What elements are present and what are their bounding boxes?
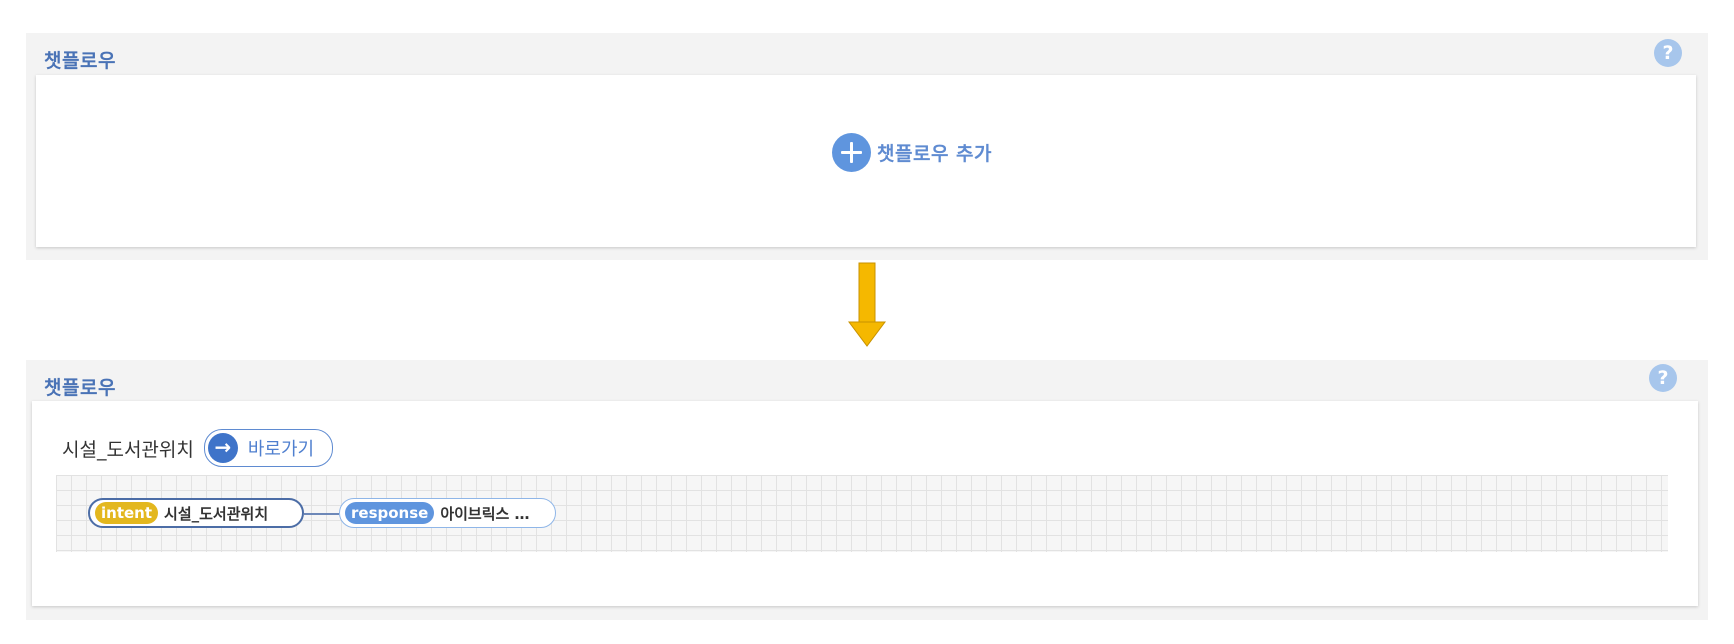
flow-header: 시설_도서관위치 → 바로가기 bbox=[62, 429, 334, 467]
flow-canvas[interactable]: intent 시설_도서관위치 response 아이브릭스 … bbox=[56, 475, 1668, 552]
help-icon[interactable]: ? bbox=[1654, 39, 1682, 67]
chatflow-panel-filled: 챗플로우 ? 시설_도서관위치 → 바로가기 intent 시설_도서관위치 r… bbox=[26, 360, 1708, 620]
panel-title: 챗플로우 bbox=[44, 50, 116, 72]
response-node-text: 아이브릭스 … bbox=[440, 504, 530, 523]
flow-name: 시설_도서관위치 bbox=[62, 438, 194, 461]
response-tag: response bbox=[345, 502, 435, 524]
arrow-right-icon: → bbox=[207, 433, 238, 463]
intent-node-text: 시설_도서관위치 bbox=[164, 504, 269, 523]
add-chatflow-button[interactable]: 챗플로우 추가 bbox=[832, 133, 992, 172]
chatflow-card: 시설_도서관위치 → 바로가기 intent 시설_도서관위치 response… bbox=[32, 401, 1698, 606]
add-chatflow-label: 챗플로우 추가 bbox=[877, 143, 992, 165]
response-node[interactable]: response 아이브릭스 … bbox=[339, 498, 556, 528]
arrow-down-icon bbox=[848, 262, 886, 347]
goto-button[interactable]: → 바로가기 bbox=[203, 429, 334, 467]
intent-node[interactable]: intent 시설_도서관위치 bbox=[88, 498, 304, 528]
intent-tag: intent bbox=[95, 502, 159, 524]
panel-title: 챗플로우 bbox=[44, 377, 116, 399]
goto-label: 바로가기 bbox=[247, 439, 315, 460]
chatflow-card: 챗플로우 추가 bbox=[36, 75, 1696, 247]
node-connector bbox=[304, 513, 339, 515]
plus-icon bbox=[832, 133, 871, 172]
help-icon[interactable]: ? bbox=[1649, 364, 1677, 392]
chatflow-panel-empty: 챗플로우 ? 챗플로우 추가 bbox=[26, 33, 1708, 260]
